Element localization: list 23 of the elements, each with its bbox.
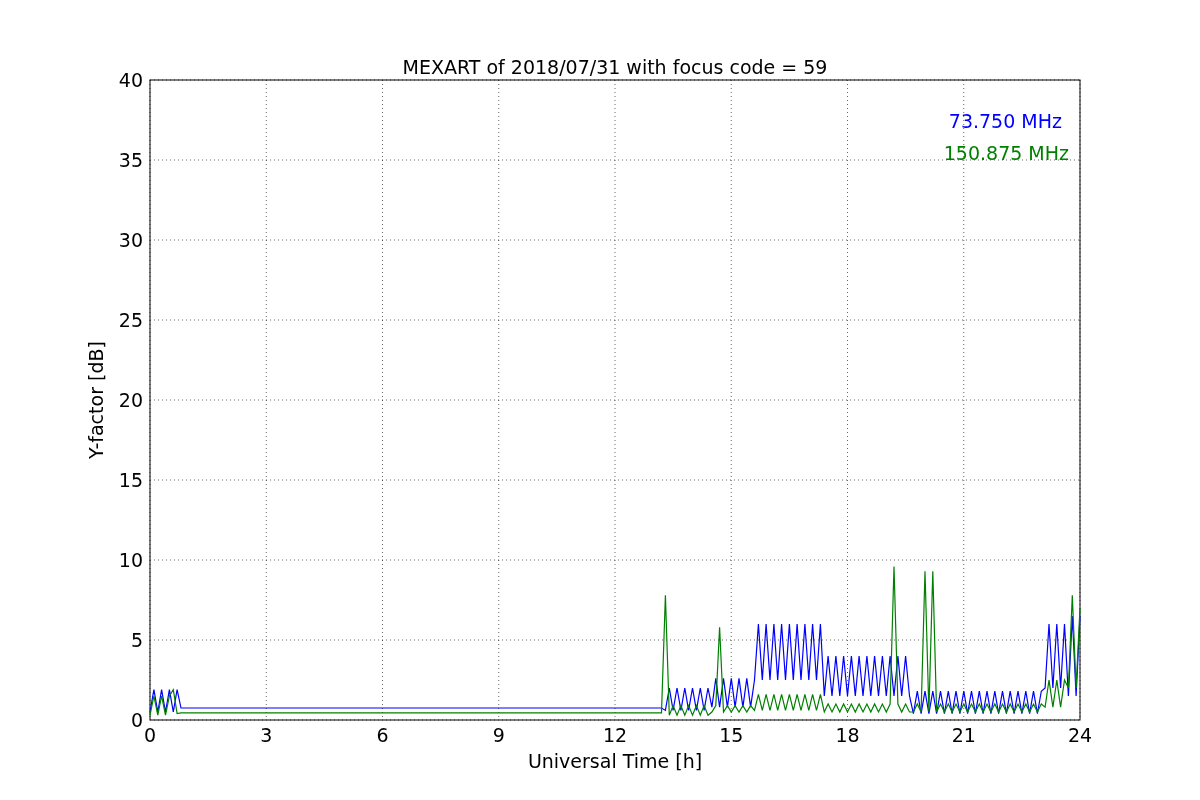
tick-label: 9 bbox=[492, 724, 505, 746]
tick-label: 0 bbox=[143, 724, 157, 746]
tick-label: 15 bbox=[719, 724, 744, 746]
tick-label: 12 bbox=[602, 724, 628, 746]
tick-label: 0 bbox=[130, 709, 143, 731]
legend-label: 73.750 MHz bbox=[948, 110, 1062, 132]
tick-label: 20 bbox=[118, 389, 143, 411]
axis-label: Universal Time [h] bbox=[527, 750, 703, 772]
tick-label: 6 bbox=[376, 724, 389, 746]
tick-label: 15 bbox=[118, 469, 143, 491]
axis-label: Y-factor [dB] bbox=[85, 341, 107, 459]
tick-label: 30 bbox=[118, 229, 143, 251]
tick-label: 40 bbox=[118, 69, 143, 91]
tick-label: 21 bbox=[951, 724, 976, 746]
tick-label: 3 bbox=[260, 724, 273, 746]
tick-label: 35 bbox=[118, 149, 143, 171]
tick-label: 5 bbox=[130, 629, 143, 651]
tick-label: 25 bbox=[118, 309, 143, 331]
chart-title: MEXART of 2018/07/31 with focus code = 59 bbox=[402, 56, 828, 78]
legend-label: 150.875 MHz bbox=[943, 142, 1069, 164]
tick-label: 24 bbox=[1067, 724, 1093, 746]
tick-label: 10 bbox=[118, 549, 143, 571]
tick-label: 18 bbox=[835, 724, 860, 746]
